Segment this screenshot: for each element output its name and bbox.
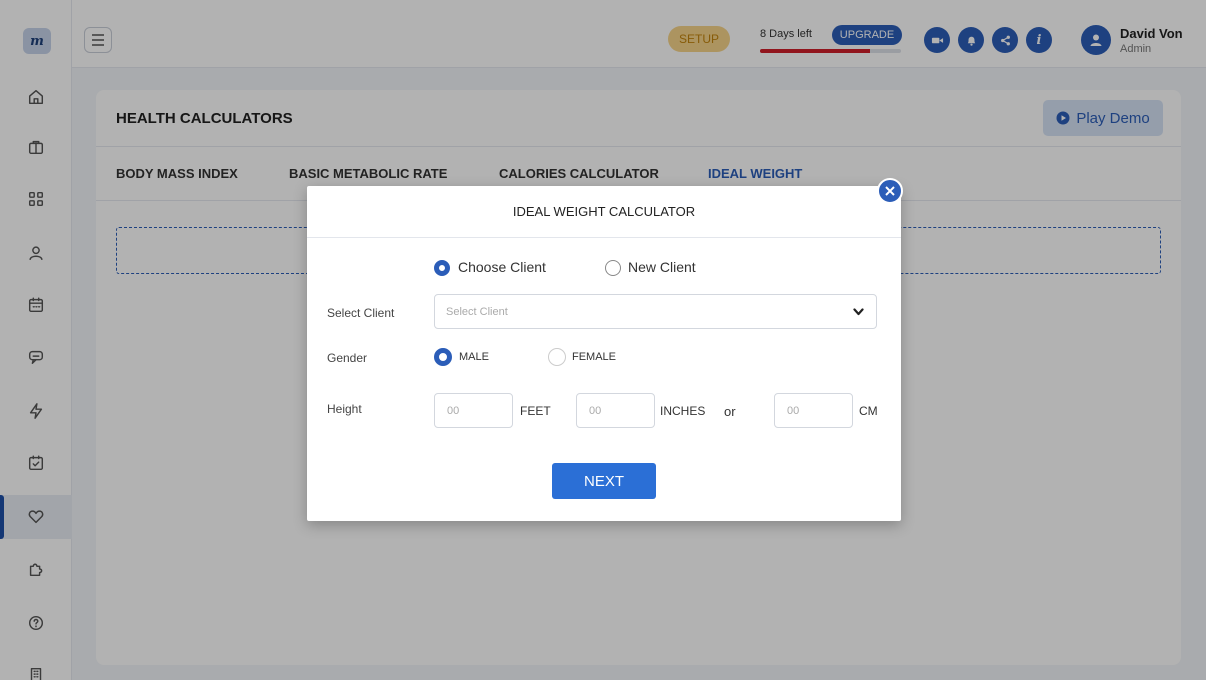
choose-client-label[interactable]: Choose Client — [458, 259, 546, 275]
modal-title: IDEAL WEIGHT CALCULATOR — [307, 186, 901, 238]
next-button[interactable]: NEXT — [552, 463, 656, 499]
gender-male-label[interactable]: MALE — [459, 351, 489, 363]
height-inches-input[interactable]: 00 — [576, 393, 655, 428]
height-inches-placeholder: 00 — [589, 405, 602, 417]
new-client-radio[interactable] — [605, 260, 621, 276]
gender-female-radio[interactable] — [548, 348, 566, 366]
height-cm-input[interactable]: 00 — [774, 393, 853, 428]
modal-close-button[interactable] — [877, 178, 903, 204]
gender-male-radio[interactable] — [434, 348, 452, 366]
feet-unit-label: FEET — [520, 404, 551, 418]
inches-unit-label: INCHES — [660, 404, 706, 418]
cm-unit-label: CM — [859, 404, 878, 418]
select-client-placeholder: Select Client — [446, 306, 508, 318]
select-client-dropdown[interactable]: Select Client — [434, 294, 877, 329]
height-feet-placeholder: 00 — [447, 405, 460, 417]
select-client-label: Select Client — [327, 306, 395, 320]
or-label: or — [724, 404, 736, 419]
height-label: Height — [327, 402, 362, 416]
close-icon — [885, 186, 895, 196]
new-client-label[interactable]: New Client — [628, 259, 696, 275]
choose-client-radio[interactable] — [434, 260, 450, 276]
height-cm-placeholder: 00 — [787, 405, 800, 417]
gender-female-label[interactable]: FEMALE — [572, 351, 616, 363]
gender-label: Gender — [327, 351, 368, 365]
chevron-down-icon — [853, 308, 864, 316]
ideal-weight-modal: IDEAL WEIGHT CALCULATOR Choose Client Ne… — [307, 186, 901, 521]
height-feet-input[interactable]: 00 — [434, 393, 513, 428]
